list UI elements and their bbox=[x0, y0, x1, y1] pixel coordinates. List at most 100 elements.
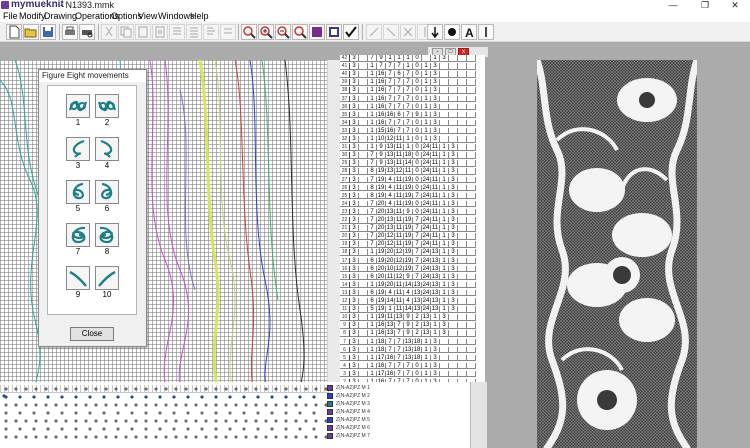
grid-cell[interactable]: 5 bbox=[368, 306, 377, 313]
grid-cell[interactable] bbox=[440, 346, 449, 354]
grid-cell[interactable]: 13 bbox=[386, 208, 395, 216]
grid-cell[interactable]: 3 bbox=[350, 338, 359, 345]
grid-cell[interactable]: 19 bbox=[404, 200, 413, 208]
grid-cell[interactable] bbox=[458, 241, 467, 248]
grid-cell[interactable] bbox=[467, 192, 476, 200]
grid-cell[interactable] bbox=[458, 144, 467, 151]
grid-cell[interactable] bbox=[449, 322, 458, 329]
grid-cell[interactable]: 11 bbox=[431, 225, 440, 232]
grid-row[interactable]: 42 3 7 9 1 1 1 0 1 3 bbox=[340, 55, 485, 62]
grid-cell[interactable]: 1 bbox=[440, 192, 449, 200]
grid-cell[interactable]: 3 bbox=[449, 306, 458, 313]
grid-row[interactable]: 18 3 1 19 20 12 19 7 24 13 1 3 bbox=[340, 249, 485, 256]
grid-cell[interactable]: 3 bbox=[449, 200, 458, 208]
grid-cell[interactable] bbox=[467, 111, 476, 119]
grid-cell[interactable]: 24 bbox=[422, 257, 431, 264]
grid-cell[interactable] bbox=[440, 103, 449, 111]
grid-cell[interactable]: 8 bbox=[368, 168, 377, 175]
row-editor[interactable]: Z(N-A2)PZ M 1 Z(N-A2)PZ M 2 Z(N-A2)PZ M … bbox=[0, 382, 487, 448]
grid-cell[interactable]: 13 bbox=[404, 338, 413, 345]
grid-cell[interactable] bbox=[359, 225, 368, 232]
grid-cell[interactable]: 1 bbox=[422, 71, 431, 78]
grid-cell[interactable] bbox=[467, 370, 476, 378]
grid-cell[interactable]: 17 bbox=[377, 354, 386, 362]
grid-cell[interactable]: 3 bbox=[350, 289, 359, 297]
grid-cell[interactable] bbox=[467, 314, 476, 321]
grid-cell[interactable]: 13 bbox=[386, 168, 395, 175]
grid-cell[interactable]: 11 bbox=[395, 176, 404, 183]
grid-cell[interactable]: 16 bbox=[377, 103, 386, 111]
grid-cell[interactable] bbox=[359, 298, 368, 305]
grid-cell[interactable]: 3 bbox=[431, 87, 440, 94]
menu-drawing[interactable]: Drawing bbox=[44, 11, 77, 22]
grid-cell[interactable]: 13 bbox=[422, 330, 431, 337]
grid-cell[interactable]: 11 bbox=[395, 144, 404, 151]
grid-cell[interactable]: 3 bbox=[350, 63, 359, 70]
grid-cell[interactable]: 3 bbox=[350, 208, 359, 216]
save-icon[interactable] bbox=[40, 24, 56, 40]
grid-cell[interactable]: 13 bbox=[404, 354, 413, 362]
grid-cell[interactable]: 1 bbox=[422, 79, 431, 86]
restore-button[interactable]: ❐ bbox=[690, 0, 720, 11]
grid-cell[interactable] bbox=[359, 338, 368, 345]
menu-modify[interactable]: Modify bbox=[19, 11, 46, 22]
grid-cell[interactable]: 16 bbox=[377, 95, 386, 102]
movement-9[interactable]: 9 bbox=[66, 266, 90, 299]
grid-row[interactable]: 15 3 6 20 11 12 9 7 24 13 1 3 bbox=[340, 273, 485, 281]
grid-row[interactable]: 37 3 1 16 7 7 7 0 1 3 bbox=[340, 95, 485, 102]
grid-cell[interactable]: 0 bbox=[413, 103, 422, 111]
grid-cell[interactable]: 1 bbox=[368, 249, 377, 256]
grid-cell[interactable]: 3 bbox=[449, 208, 458, 216]
grid-cell[interactable]: 11 bbox=[395, 225, 404, 232]
grid-cell[interactable]: 24 bbox=[422, 281, 431, 289]
grid-cell[interactable]: 3 bbox=[350, 168, 359, 175]
grid-cell[interactable]: 14 bbox=[404, 281, 413, 289]
grid-cell[interactable]: 1 bbox=[395, 55, 404, 62]
checkmark-icon[interactable] bbox=[343, 24, 359, 40]
grid-cell[interactable]: 3 bbox=[431, 103, 440, 111]
grid-cell[interactable] bbox=[467, 241, 476, 248]
grid-cell[interactable]: 7 bbox=[368, 233, 377, 240]
grid-cell[interactable]: 11 bbox=[431, 160, 440, 167]
grid-cell[interactable]: 11 bbox=[395, 184, 404, 192]
grid-cell[interactable]: 1 bbox=[368, 354, 377, 362]
grid-cell[interactable] bbox=[458, 314, 467, 321]
grid-cell[interactable] bbox=[458, 306, 467, 313]
grid-cell[interactable]: 20 bbox=[377, 225, 386, 232]
arrow-up-icon[interactable] bbox=[366, 24, 382, 40]
grid-cell[interactable]: 16 bbox=[377, 322, 386, 329]
grid-cell[interactable]: 3 bbox=[350, 354, 359, 362]
grid-cell[interactable]: 11 bbox=[395, 160, 404, 167]
grid-cell[interactable] bbox=[467, 298, 476, 305]
grid-cell[interactable]: 1 bbox=[368, 71, 377, 78]
grid-cell[interactable] bbox=[458, 265, 467, 273]
grid-cell[interactable]: 19 bbox=[377, 176, 386, 183]
grid-row[interactable]: 23 3 7 20 13 11 9 0 24 11 1 3 bbox=[340, 208, 485, 216]
grid-cell[interactable] bbox=[359, 87, 368, 94]
grid-cell[interactable]: 12 bbox=[395, 168, 404, 175]
grid-cell[interactable]: 1 bbox=[368, 314, 377, 321]
grid-cell[interactable] bbox=[359, 160, 368, 167]
grid-cell[interactable]: 1 bbox=[440, 217, 449, 224]
grid-cell[interactable]: 7 bbox=[395, 322, 404, 329]
grid-cell[interactable]: 7 bbox=[395, 63, 404, 70]
grid-cell[interactable]: 11 bbox=[395, 192, 404, 200]
grid-row[interactable]: 10 3 1 19 11 13 9 2 13 1 3 bbox=[340, 314, 485, 321]
grid-cell[interactable]: 3 bbox=[449, 152, 458, 159]
grid-cell[interactable]: 3 bbox=[350, 241, 359, 248]
grid-cell[interactable] bbox=[467, 79, 476, 86]
grid-cell[interactable]: 24 bbox=[422, 168, 431, 175]
grid-cell[interactable]: 13 bbox=[413, 306, 422, 313]
grid-cell[interactable] bbox=[359, 127, 368, 135]
grid-cell[interactable]: 6 bbox=[368, 257, 377, 264]
grid-cell[interactable]: 3 bbox=[449, 281, 458, 289]
grid-cell[interactable]: 3 bbox=[350, 257, 359, 264]
grid-cell[interactable]: 3 bbox=[431, 71, 440, 78]
grid-cell[interactable] bbox=[359, 136, 368, 143]
grid-cell[interactable] bbox=[449, 338, 458, 345]
grid-cell[interactable]: 14 bbox=[404, 306, 413, 313]
cut-icon[interactable] bbox=[101, 24, 117, 40]
grid-cell[interactable] bbox=[440, 127, 449, 135]
grid-cell[interactable] bbox=[467, 136, 476, 143]
grid-cell[interactable]: 13 bbox=[422, 322, 431, 329]
